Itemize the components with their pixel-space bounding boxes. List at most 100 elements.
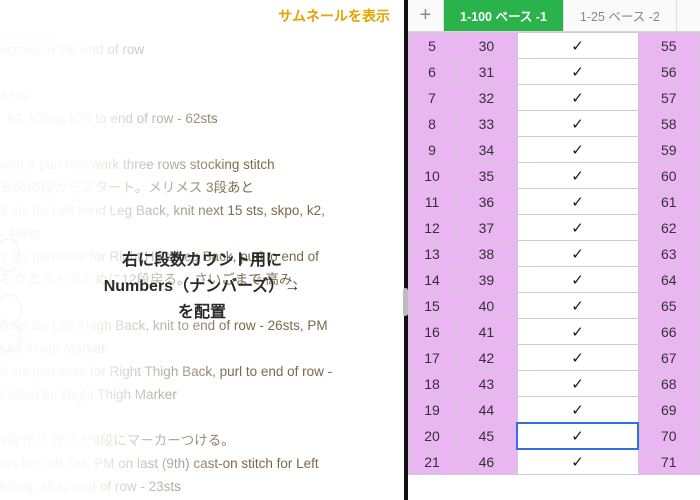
table-row[interactable]: 934 59 [409,137,700,163]
cell-value[interactable]: 61 [638,189,700,215]
cell-value[interactable]: 37 [456,215,517,241]
cell-value[interactable]: 42 [456,345,517,371]
cell-check[interactable] [517,397,638,423]
table-row[interactable]: 2045 70 [409,423,700,449]
table-row[interactable]: 833 58 [409,111,700,137]
table-row[interactable]: 1439 64 [409,267,700,293]
cell-value[interactable]: 5 [409,33,456,59]
cell-check[interactable] [517,241,638,267]
cell-value[interactable]: 68 [638,371,700,397]
cell-check[interactable] [517,85,638,111]
sheet-tabs: + 1-100 ベース -1 1-25 ベース -2 [408,0,700,32]
cell-value[interactable]: 56 [638,59,700,85]
cell-value[interactable]: 43 [456,371,517,397]
add-sheet-button[interactable]: + [408,0,444,31]
table-row[interactable]: 732 57 [409,85,700,111]
cell-value[interactable]: 14 [409,267,456,293]
checkmark-icon [571,324,584,340]
cell-check[interactable] [517,33,638,59]
checkmark-icon [571,272,584,288]
cell-value[interactable]: 34 [456,137,517,163]
cell-check[interactable] [517,267,638,293]
table-row[interactable]: 1338 63 [409,241,700,267]
cell-value[interactable]: 36 [456,189,517,215]
cell-value[interactable]: 59 [638,137,700,163]
cell-value[interactable]: 41 [456,319,517,345]
show-thumbnails-button[interactable]: サムネールを表示 [278,6,390,26]
cell-value[interactable]: 31 [456,59,517,85]
cell-value[interactable]: 13 [409,241,456,267]
cell-check[interactable] [517,293,638,319]
cell-value[interactable]: 65 [638,293,700,319]
cell-value[interactable]: 12 [409,215,456,241]
cell-value[interactable]: 64 [638,267,700,293]
cell-value[interactable]: 45 [456,423,517,449]
checkmark-icon [571,350,584,366]
cell-check[interactable] [517,423,638,449]
cell-check[interactable] [517,215,638,241]
cell-value[interactable]: 69 [638,397,700,423]
cell-check[interactable] [517,137,638,163]
cell-value[interactable]: 30 [456,33,517,59]
cell-check[interactable] [517,163,638,189]
table-row[interactable]: 1742 67 [409,345,700,371]
cell-check[interactable] [517,111,638,137]
checkmark-icon [571,116,584,132]
cell-value[interactable]: 38 [456,241,517,267]
sheet-tab-1[interactable]: 1-100 ベース -1 [444,0,564,31]
cell-value[interactable]: 55 [638,33,700,59]
cell-value[interactable]: 46 [456,449,517,475]
sheet-tab-2[interactable]: 1-25 ベース -2 [564,0,677,31]
cell-value[interactable]: 66 [638,319,700,345]
table-row[interactable]: 1944 69 [409,397,700,423]
cell-check[interactable] [517,449,638,475]
cell-value[interactable]: 40 [456,293,517,319]
cell-value[interactable]: 17 [409,345,456,371]
cell-value[interactable]: 11 [409,189,456,215]
cell-value[interactable]: 21 [409,449,456,475]
cell-value[interactable]: 71 [638,449,700,475]
cell-value[interactable]: 57 [638,85,700,111]
cell-value[interactable]: 6 [409,59,456,85]
cell-value[interactable]: 32 [456,85,517,111]
cell-check[interactable] [517,371,638,397]
checkmark-icon [571,298,584,314]
table-row[interactable]: 1641 66 [409,319,700,345]
cell-value[interactable]: 67 [638,345,700,371]
table-row[interactable]: 1540 65 [409,293,700,319]
cell-value[interactable]: 8 [409,111,456,137]
cell-value[interactable]: 7 [409,85,456,111]
table-row[interactable]: 2146 71 [409,449,700,475]
table-row[interactable]: 631 56 [409,59,700,85]
table-row[interactable]: 1035 60 [409,163,700,189]
cell-value[interactable]: 15 [409,293,456,319]
cell-value[interactable]: 44 [456,397,517,423]
table-row[interactable]: 530 55 [409,33,700,59]
spreadsheet[interactable]: 5305563156732578335893459103560113661123… [408,32,700,500]
table-row[interactable]: 1843 68 [409,371,700,397]
cell-value[interactable]: 33 [456,111,517,137]
cell-value[interactable]: 18 [409,371,456,397]
cell-value[interactable]: 9 [409,137,456,163]
cell-value[interactable]: 39 [456,267,517,293]
cell-check[interactable] [517,189,638,215]
table[interactable]: 5305563156732578335893459103560113661123… [408,32,700,475]
checkmark-icon [571,220,584,236]
cell-value[interactable]: 10 [409,163,456,189]
checkmark-icon [571,402,584,418]
cell-value[interactable]: 63 [638,241,700,267]
cell-value[interactable]: 35 [456,163,517,189]
cell-value[interactable]: 20 [409,423,456,449]
cell-value[interactable]: 16 [409,319,456,345]
table-row[interactable]: 1237 62 [409,215,700,241]
cell-value[interactable]: 60 [638,163,700,189]
checkmark-icon [571,194,584,210]
cell-value[interactable]: 58 [638,111,700,137]
cell-check[interactable] [517,319,638,345]
cell-value[interactable]: 62 [638,215,700,241]
cell-value[interactable]: 19 [409,397,456,423]
cell-check[interactable] [517,59,638,85]
table-row[interactable]: 1136 61 [409,189,700,215]
cell-value[interactable]: 70 [638,423,700,449]
cell-check[interactable] [517,345,638,371]
